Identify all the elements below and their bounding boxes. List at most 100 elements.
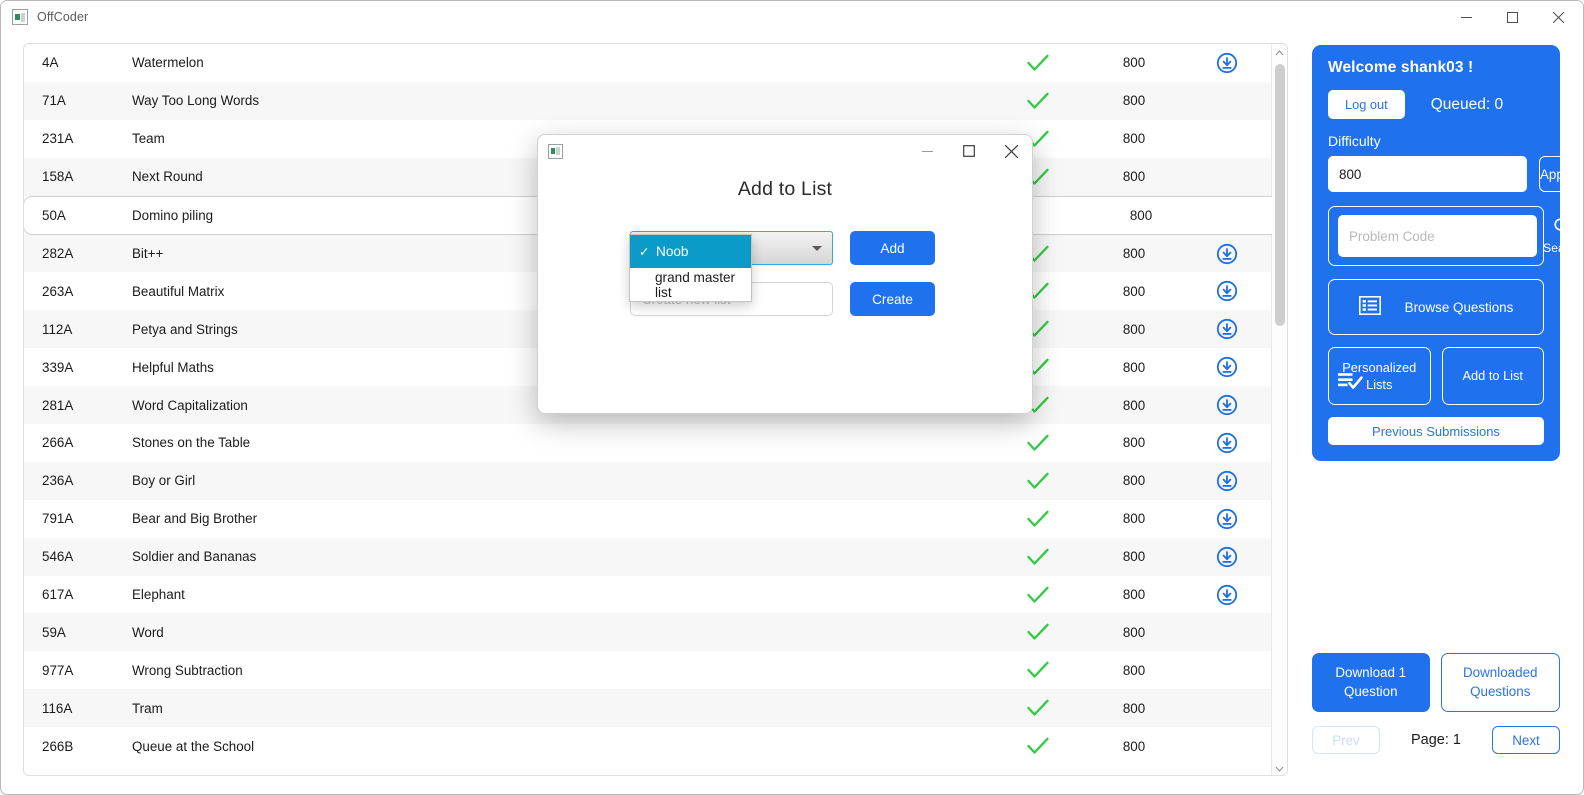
select-list-row: ✓ Noob grand master list Add: [629, 231, 940, 302]
add-to-list-dialog: Add to List ✓ Noob grand master list Add C…: [537, 134, 1033, 414]
search-button[interactable]: Search: [1543, 217, 1582, 255]
problem-code: 266B: [42, 738, 74, 754]
download-icon[interactable]: [1216, 432, 1238, 454]
chevron-down-icon[interactable]: [1272, 760, 1287, 775]
table-row[interactable]: 116A Tram 800: [24, 689, 1272, 728]
dropdown-option[interactable]: ✓ Noob: [630, 235, 751, 268]
problem-name: Way Too Long Words: [132, 93, 260, 109]
download-icon[interactable]: [1216, 52, 1238, 74]
problem-name: Watermelon: [132, 55, 204, 71]
problem-code: 617A: [42, 587, 74, 603]
download-cell[interactable]: [1182, 243, 1272, 265]
apply-button[interactable]: Apply: [1539, 156, 1575, 192]
difficulty-input[interactable]: [1328, 156, 1527, 192]
sidebar-bottom-area: Download 1 Question Downloaded Questions…: [1312, 653, 1560, 754]
download-cell[interactable]: [1182, 432, 1272, 454]
table-row[interactable]: 546A Soldier and Bananas 800: [24, 537, 1272, 576]
download-icon[interactable]: [1216, 584, 1238, 606]
download-icon[interactable]: [1216, 508, 1238, 530]
maximize-icon[interactable]: [1489, 1, 1535, 33]
problem-code: 282A: [42, 246, 74, 261]
chevron-up-icon[interactable]: [1272, 44, 1287, 61]
download-cell[interactable]: [1182, 280, 1272, 302]
maximize-icon[interactable]: [948, 136, 990, 166]
table-row[interactable]: 71A Way Too Long Words 800: [24, 81, 1272, 120]
download-icon[interactable]: [1216, 470, 1238, 492]
search-input[interactable]: [1338, 215, 1537, 257]
downloaded-questions-line1: Downloaded: [1463, 664, 1538, 680]
table-row[interactable]: 236A Boy or Girl 800: [24, 461, 1272, 500]
download-cell[interactable]: [1182, 318, 1272, 340]
browse-questions-button[interactable]: Browse Questions: [1328, 279, 1544, 335]
modal-window-controls: [906, 136, 1032, 166]
check-icon: [1027, 699, 1049, 717]
table-row[interactable]: 977A Wrong Subtraction 800: [24, 651, 1272, 689]
check-icon: ✓: [639, 245, 650, 259]
add-to-list-button[interactable]: Add to List: [1441, 347, 1544, 405]
download-icon[interactable]: [1216, 318, 1238, 340]
download-icon[interactable]: [1216, 394, 1238, 416]
problem-rating: 800: [1122, 700, 1146, 716]
titlebar-left: OffCoder: [1, 9, 88, 25]
log-out-button[interactable]: Log out: [1328, 90, 1405, 119]
download-cell[interactable]: [1182, 356, 1272, 378]
problem-rating: 800: [1122, 473, 1146, 489]
list-select-dropdown[interactable]: ✓ Noob grand master list: [629, 234, 752, 302]
download-cell[interactable]: [1182, 470, 1272, 492]
problem-code: 339A: [42, 359, 74, 375]
close-icon[interactable]: [1535, 1, 1581, 33]
table-row[interactable]: 4A Watermelon 800: [24, 44, 1272, 82]
add-button[interactable]: Add: [850, 231, 935, 265]
create-button[interactable]: Create: [850, 282, 935, 316]
check-icon: [1027, 548, 1049, 566]
download-cell[interactable]: [1182, 52, 1272, 74]
difficulty-label: Difficulty: [1328, 133, 1381, 149]
window-controls: [1443, 1, 1583, 33]
download-cell[interactable]: [1182, 546, 1272, 568]
minimize-icon[interactable]: [1443, 1, 1489, 33]
difficulty-row: Apply: [1328, 156, 1575, 192]
page-indicator: Page: 1: [1411, 732, 1461, 748]
problem-code: 158A: [42, 169, 74, 185]
table-row[interactable]: 266B Queue at the School 800: [24, 727, 1272, 765]
next-page-button[interactable]: Next: [1492, 726, 1560, 754]
solved-cell: [990, 54, 1086, 72]
table-row[interactable]: 266A Stones on the Table 800: [24, 424, 1272, 462]
problem-code: 112A: [42, 321, 73, 337]
problem-rating: 800: [1122, 624, 1146, 640]
download-buttons-row: Download 1 Question Downloaded Questions: [1312, 653, 1560, 712]
download-icon[interactable]: [1216, 546, 1238, 568]
solved-cell: [990, 510, 1086, 528]
problem-name: Wrong Subtraction: [132, 662, 243, 678]
problem-rating: 800: [1122, 246, 1146, 261]
download-cell[interactable]: [1182, 508, 1272, 530]
dropdown-option[interactable]: grand master list: [630, 268, 751, 301]
account-row: Log out Queued: 0: [1328, 90, 1544, 119]
download-cell[interactable]: [1182, 394, 1272, 416]
previous-submissions-button[interactable]: Previous Submissions: [1328, 417, 1544, 445]
download-icon[interactable]: [1216, 356, 1238, 378]
problem-code: 71A: [42, 93, 66, 109]
problem-name: Elephant: [132, 587, 185, 603]
prev-page-button[interactable]: Prev: [1312, 726, 1380, 754]
downloaded-questions-button[interactable]: Downloaded Questions: [1440, 653, 1560, 712]
table-row[interactable]: 617A Elephant 800: [24, 576, 1272, 614]
table-row[interactable]: 791A Bear and Big Brother 800: [24, 500, 1272, 538]
table-row[interactable]: 59A Word 800: [24, 613, 1272, 652]
search-box: Search: [1328, 206, 1582, 266]
problem-code: 266A: [42, 435, 74, 451]
download-question-button[interactable]: Download 1 Question: [1312, 653, 1430, 712]
download-cell[interactable]: [1182, 584, 1272, 606]
solved-cell: [990, 472, 1086, 490]
problem-code: 231A: [42, 131, 74, 147]
download-icon[interactable]: [1216, 280, 1238, 302]
app-logo-icon: [548, 143, 563, 159]
personalized-lists-button[interactable]: Personalized Lists: [1328, 347, 1431, 405]
close-icon[interactable]: [990, 136, 1032, 166]
problem-rating: 800: [1122, 549, 1146, 565]
problem-name: Word: [132, 624, 164, 640]
download-icon[interactable]: [1216, 243, 1238, 265]
scrollbar-thumb[interactable]: [1275, 64, 1285, 326]
minimize-icon[interactable]: [906, 136, 948, 166]
table-scrollbar[interactable]: [1271, 44, 1287, 775]
